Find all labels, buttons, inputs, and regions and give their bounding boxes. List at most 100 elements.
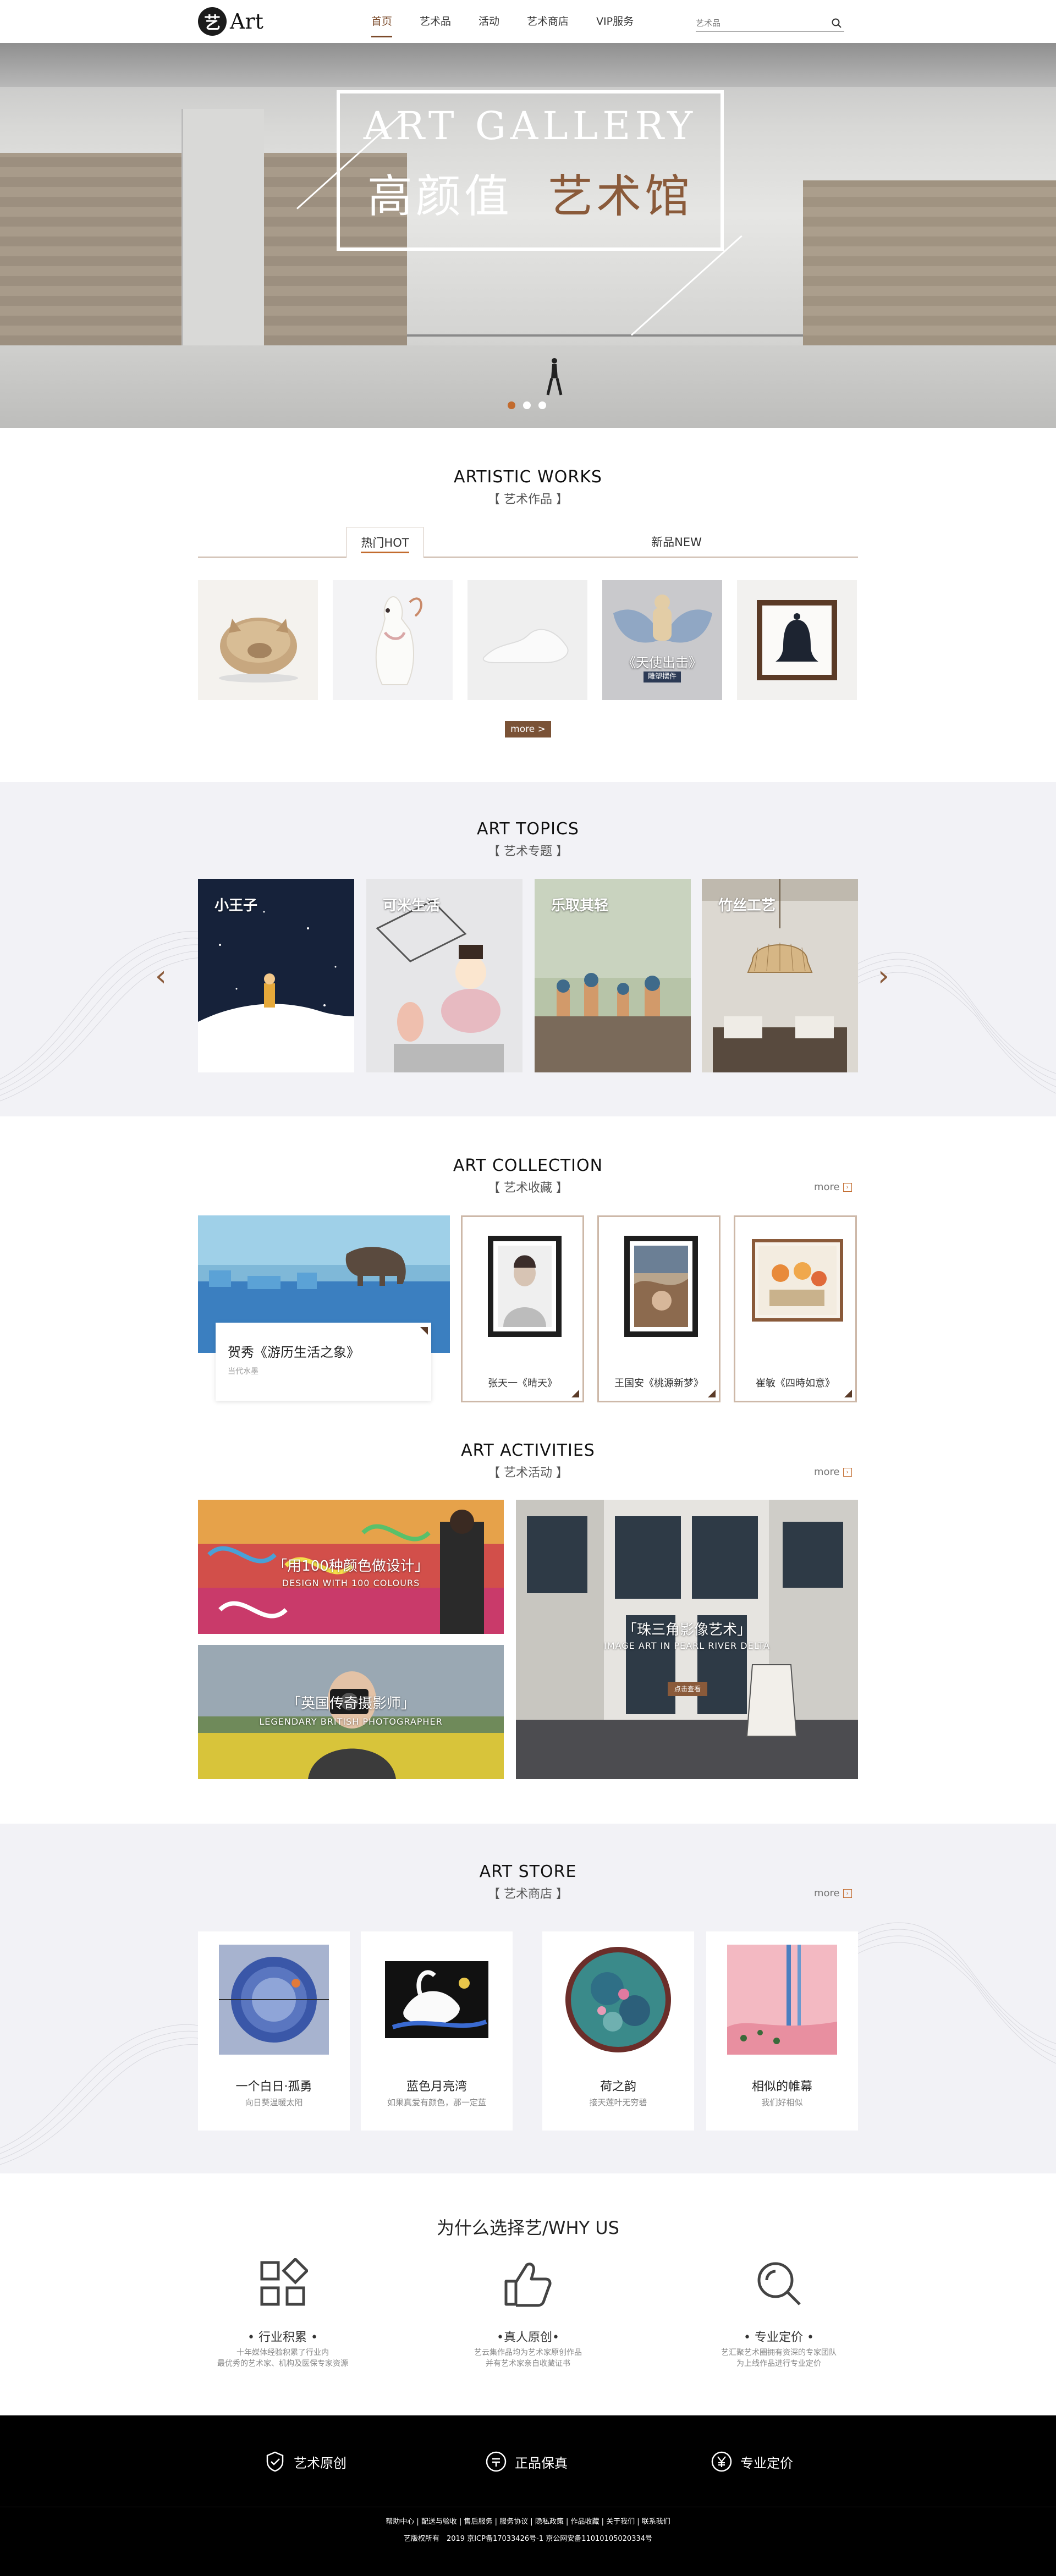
hero-title-cn: 高颜值 艺术馆: [337, 159, 724, 225]
search-icon[interactable]: [831, 18, 842, 29]
store-item-desc: 向日葵温暖太阳: [245, 2098, 303, 2107]
logo[interactable]: 艺 Art: [198, 5, 263, 37]
activity-card[interactable]: 「珠三角影像艺术」 IMAGE ART IN PEARL RIVER DELTA: [516, 1500, 858, 1779]
slide-dot[interactable]: [508, 401, 515, 409]
store-card[interactable]: 相似的帷幕 我们好相似: [706, 1931, 858, 2131]
hero-ceiling: [0, 43, 1056, 87]
works-subtitle-text: 艺术作品: [503, 493, 552, 507]
collection-frame: [752, 1239, 843, 1322]
store-item-desc: 接天莲叶无穷碧: [589, 2098, 647, 2107]
store-item-name: 蓝色月亮湾: [406, 2080, 467, 2094]
why-desc-line: 艺汇聚艺术圈拥有资深的专家团队: [721, 2348, 837, 2357]
walking-figure: [546, 358, 563, 395]
activities-more-link[interactable]: more ›: [814, 1466, 852, 1478]
why-item-desc: 艺云集作品均为艺术家原创作品 并有艺术家亲自收藏证书: [418, 2347, 638, 2369]
nav-activities[interactable]: 活动: [479, 0, 499, 43]
search-bar: [696, 15, 844, 32]
collection-more-link[interactable]: more ›: [814, 1181, 852, 1193]
nav-vip-service[interactable]: VIP服务: [596, 0, 634, 43]
collection-label: 崔敏《四時如意》: [756, 1378, 835, 1389]
works-more-button[interactable]: more >: [505, 721, 551, 737]
hero-title-en: ART GALLERY: [363, 103, 697, 148]
why-item-name: •真人原创•: [497, 2331, 559, 2344]
slide-dot[interactable]: [523, 401, 531, 409]
store-card[interactable]: 一个白日·孤勇 向日葵温暖太阳: [198, 1931, 350, 2131]
search-input[interactable]: [696, 15, 822, 31]
works-tabs: 热门HOT 新品NEW: [198, 527, 858, 558]
collection-subtitle: 【 艺术收藏 】: [487, 1181, 568, 1195]
more-arrow-icon: ›: [843, 1467, 852, 1477]
why-desc-line: 十年媒体经验积累了行业内: [237, 2348, 329, 2357]
activities-title: ART ACTIVITIES: [461, 1441, 595, 1460]
corner-mark: [571, 1390, 579, 1397]
tab-hot[interactable]: 热门HOT: [346, 527, 424, 558]
topic-label: 乐取其轻: [551, 898, 609, 914]
slide-dot[interactable]: [538, 401, 546, 409]
footer-links[interactable]: 帮助中心 | 配送与验收 | 售后服务 | 服务协议 | 隐私政策 | 作品收藏…: [0, 2516, 1056, 2526]
next-arrow-icon[interactable]: ›: [878, 960, 889, 993]
collection-card[interactable]: 张天一《晴天》: [461, 1215, 584, 1402]
topics-subtitle-text: 艺术专题: [503, 845, 552, 858]
nav-art-store[interactable]: 艺术商店: [527, 0, 569, 43]
collection-label: 王国安《桃源新梦》: [614, 1378, 703, 1389]
more-label: more: [814, 1887, 840, 1899]
work-item[interactable]: [468, 580, 587, 700]
hero-title-cn-right: 艺术馆: [548, 170, 694, 223]
white-sculpture-image: [482, 629, 569, 663]
store-item-desc: 如果真爱有颜色，那一定蓝: [387, 2098, 486, 2107]
topic-card[interactable]: 乐取其轻: [535, 879, 691, 1072]
work-item[interactable]: [198, 580, 318, 700]
nav-artworks[interactable]: 艺术品: [420, 0, 451, 43]
activity-title: 「珠三角影像艺术」: [622, 1622, 751, 1638]
store-title: ART STORE: [479, 1862, 577, 1881]
corner-mark: [420, 1327, 428, 1335]
more-arrow-icon: ›: [843, 1182, 852, 1192]
corner-mark: [844, 1390, 852, 1397]
prev-arrow-icon[interactable]: ‹: [155, 960, 167, 993]
store-card[interactable]: 蓝色月亮湾 如果真爱有颜色，那一定蓝: [361, 1931, 513, 2131]
footer-badge-label: 艺术原创: [294, 2455, 346, 2471]
hero-title-cn-left: 高颜值: [367, 170, 513, 223]
footer-copyright: 艺版权所有 2019 京ICP备17033426号-1 京公网安备1101010…: [403, 2535, 653, 2543]
tab-new[interactable]: 新品NEW: [622, 527, 732, 558]
why-desc-line: 艺云集作品均为艺术家原创作品: [474, 2348, 582, 2357]
curtain-painting-image: [727, 1945, 837, 2055]
works-subtitle: 【 艺术作品 】: [487, 493, 568, 507]
store-subtitle: 【 艺术商店 】: [487, 1887, 568, 1901]
store-item-name: 一个白日·孤勇: [235, 2080, 312, 2094]
thumbs-up-icon: [504, 2263, 552, 2307]
activity-subtitle: DESIGN WITH 100 COLOURS: [282, 1578, 420, 1588]
topic-card[interactable]: 可米生活: [366, 879, 522, 1072]
work-item[interactable]: 《天使出击》 雕塑摆件: [602, 580, 722, 700]
topic-label: 竹丝工艺: [718, 898, 776, 914]
activities-subtitle: 【 艺术活动 】: [487, 1466, 568, 1480]
tab-hot-label: 热门HOT: [361, 536, 409, 553]
featured-collection-card[interactable]: 贺秀《游历生活之象》 当代水墨: [216, 1323, 431, 1401]
collection-title: ART COLLECTION: [453, 1156, 603, 1175]
topic-label: 小王子: [215, 898, 258, 914]
activity-view-button[interactable]: 点击查看: [668, 1682, 707, 1696]
work-item[interactable]: [737, 580, 857, 700]
four-seasons-painting-image: [758, 1246, 837, 1315]
footer-badge-label: 正品保真: [515, 2455, 568, 2471]
nav-home[interactable]: 首页: [371, 0, 393, 43]
peach-dream-painting-image: [634, 1246, 688, 1327]
blue-moon-bay-image: [382, 1945, 492, 2055]
wave-decoration: [0, 931, 231, 1102]
guarantee-circle-icon: [486, 2451, 507, 2472]
collection-card[interactable]: 崔敏《四時如意》: [734, 1215, 857, 1402]
sunflower-painting-image: [219, 1945, 329, 2055]
hero-rail: [407, 334, 803, 337]
store-card[interactable]: 荷之韵 接天莲叶无穷碧: [542, 1931, 694, 2131]
activity-card[interactable]: 「英国传奇摄影师」 LEGENDARY BRITISH PHOTOGRAPHER: [198, 1645, 504, 1779]
work-item[interactable]: [333, 580, 453, 700]
store-more-link[interactable]: more ›: [814, 1887, 852, 1899]
footer-badge-label: 专业定价: [740, 2455, 793, 2471]
activity-card[interactable]: 「用100种颜色做设计」 DESIGN WITH 100 COLOURS: [198, 1500, 504, 1634]
collection-card[interactable]: 王国安《桃源新梦》: [597, 1215, 721, 1402]
store-item-name: 荷之韵: [600, 2080, 636, 2094]
topic-card[interactable]: 小王子: [198, 879, 354, 1072]
why-desc-line: 为上线作品进行专业定价: [736, 2359, 821, 2368]
topic-card[interactable]: 竹丝工艺: [702, 879, 858, 1072]
portrait-painting-image: [498, 1246, 552, 1327]
